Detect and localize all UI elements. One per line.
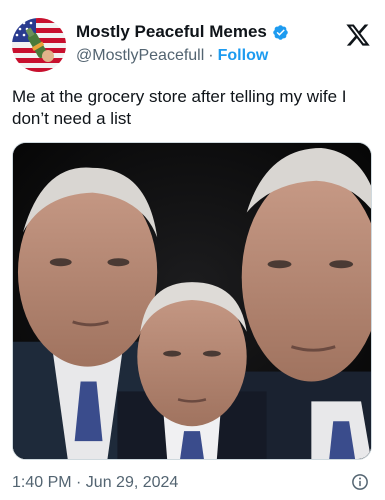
meme-photo-icon: [13, 143, 371, 459]
author-name-row: Mostly Peaceful Memes: [76, 22, 289, 42]
tweet-timestamp[interactable]: 1:40 PM · Jun 29, 2024: [12, 474, 178, 492]
x-logo-icon[interactable]: [345, 22, 371, 48]
follow-button[interactable]: Follow: [218, 47, 269, 64]
tweet-media[interactable]: [12, 142, 372, 460]
avatar-image-icon: [12, 18, 66, 72]
tweet-text: Me at the grocery store after telling my…: [12, 87, 347, 128]
avatar[interactable]: [12, 18, 66, 72]
verified-badge-icon: [273, 24, 288, 40]
handle-separator: ·: [208, 47, 214, 64]
tweet-header: Mostly Peaceful Memes @MostlyPeacefull · F…: [12, 14, 373, 74]
info-icon[interactable]: [351, 473, 369, 491]
display-name[interactable]: Mostly Peaceful Memes: [76, 22, 267, 42]
handle-row: @MostlyPeacefull · Follow: [76, 47, 268, 65]
author-handle[interactable]: @MostlyPeacefull: [76, 47, 204, 64]
